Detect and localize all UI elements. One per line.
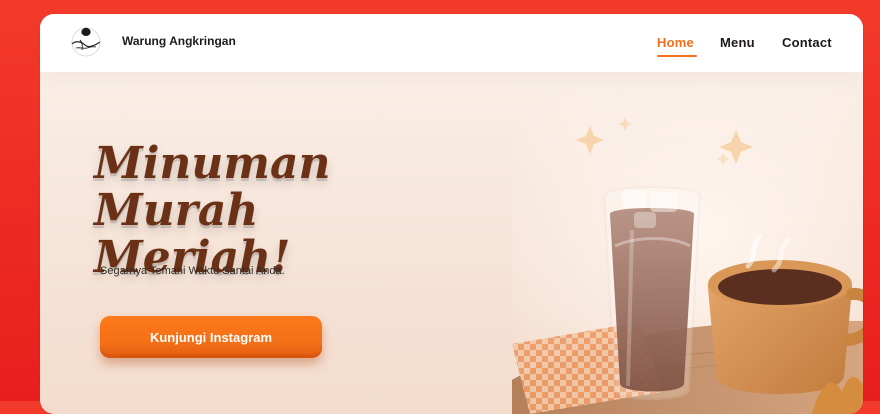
nav-menu[interactable]: Menu (720, 35, 755, 50)
nav-contact[interactable]: Contact (782, 35, 832, 50)
hero-subtitle: Segarnya Temani Waktu Santai Anda. (100, 265, 285, 277)
warung-angkringan-logo-icon[interactable] (64, 24, 108, 60)
visit-instagram-button[interactable]: Kunjungi Instagram (100, 316, 322, 358)
hero-title: Minuman Murah Meriah! (94, 140, 444, 281)
hero-title-line-1: Minuman (94, 138, 331, 189)
brand-name[interactable]: Warung Angkringan (122, 34, 236, 48)
navbar: Warung Angkringan Home Menu Contact (40, 14, 863, 72)
hero-card: Warung Angkringan Home Menu Contact Minu… (40, 14, 863, 414)
drinks-illustration (512, 86, 863, 414)
nav-home-active-underline (657, 55, 697, 57)
nav-home[interactable]: Home (657, 35, 694, 50)
